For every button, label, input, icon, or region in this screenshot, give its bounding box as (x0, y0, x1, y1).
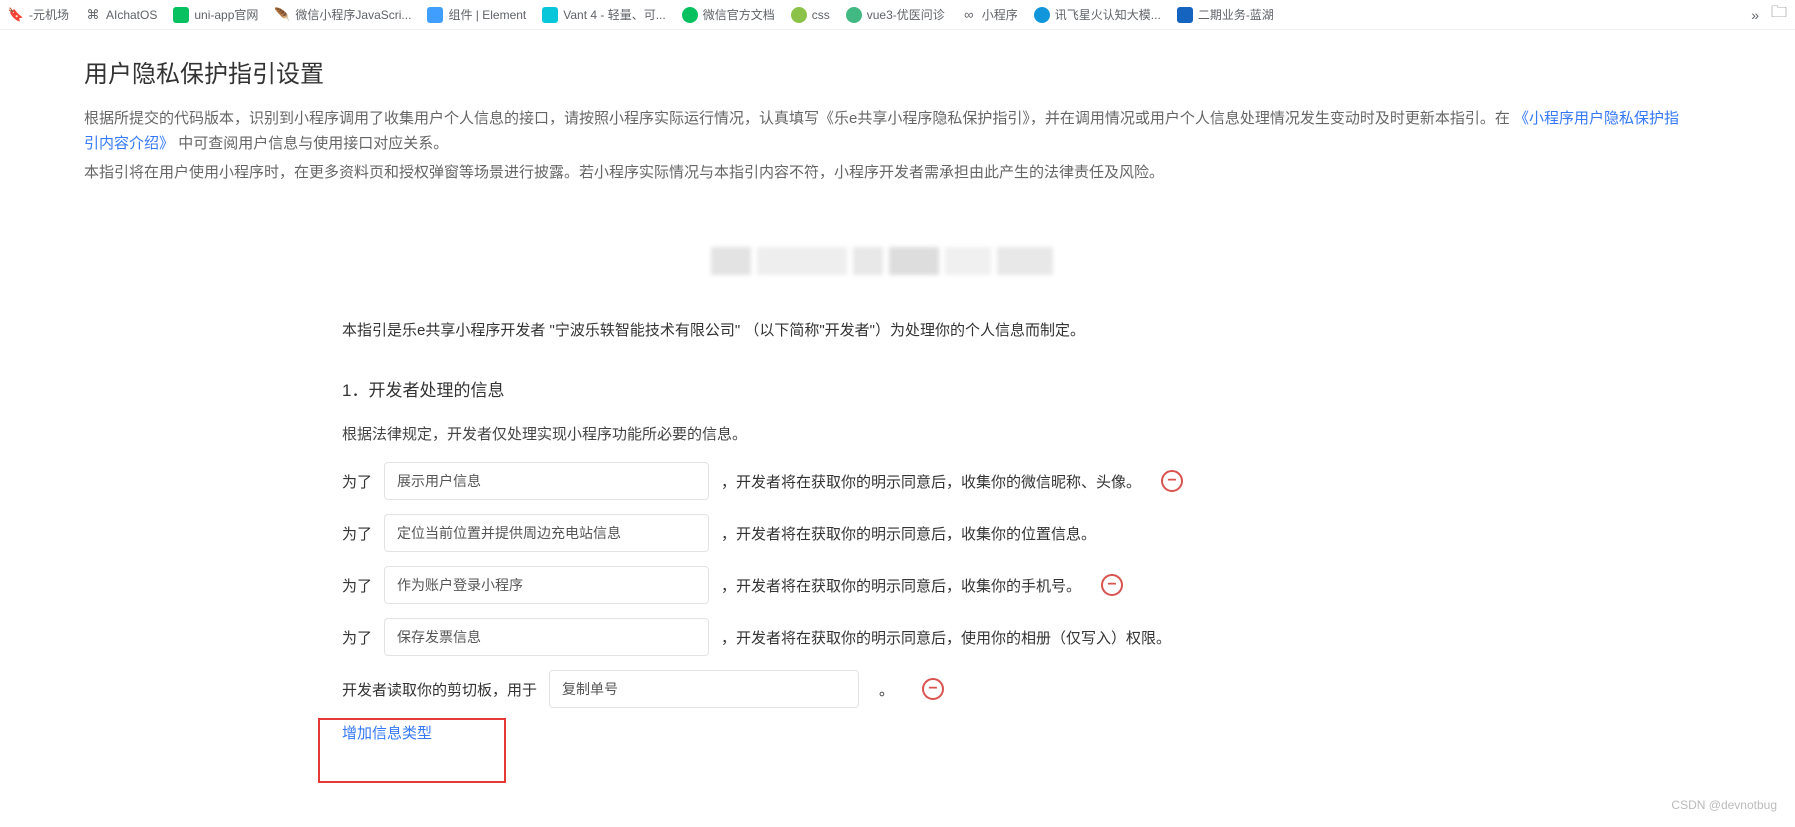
row-prefix: 为了 (342, 471, 372, 492)
row-suffix: ，开发者将在获取你的明示同意后，收集你的微信昵称、头像。 (721, 471, 1141, 492)
xunfei-icon (1034, 7, 1050, 23)
clipboard-period: 。 (879, 679, 894, 700)
row-suffix: ，开发者将在获取你的明示同意后，收集你的手机号。 (721, 575, 1081, 596)
row-prefix: 为了 (342, 523, 372, 544)
remove-row-button[interactable]: − (1101, 574, 1123, 596)
section-1-title: 1．开发者处理的信息 (342, 376, 1422, 401)
clipboard-row: 开发者读取你的剪切板，用于 。 − (342, 670, 1422, 708)
bookmark-item[interactable]: ∞ 小程序 (961, 6, 1018, 23)
form-lead: 本指引是乐e共享小程序开发者 "宁波乐轶智能技术有限公司" （以下简称"开发者"… (342, 319, 1422, 340)
bookmark-item[interactable]: 微信官方文档 (682, 6, 775, 23)
purpose-input[interactable] (384, 514, 709, 552)
page-container: 用户隐私保护指引设置 根据所提交的代码版本，识别到小程序调用了收集用户个人信息的… (0, 30, 1680, 827)
remove-row-button[interactable]: − (922, 678, 944, 700)
bookmark-label: 组件 | Element (448, 6, 526, 23)
overflow-chevron-icon[interactable]: » (1751, 7, 1759, 23)
bookmark-label: 二期业务-蓝湖 (1198, 6, 1274, 23)
page-title: 用户隐私保护指引设置 (84, 54, 1680, 89)
bookmark-item[interactable]: 讯飞星火认知大模... (1034, 6, 1161, 23)
add-info-type-link[interactable]: 增加信息类型 (342, 725, 432, 742)
intro-paragraph-1: 根据所提交的代码版本，识别到小程序调用了收集用户个人信息的接口，请按照小程序实际… (84, 107, 1680, 157)
bookmark-label: css (812, 8, 830, 22)
mini-icon: ∞ (961, 7, 977, 23)
bookmark-label: 小程序 (982, 6, 1018, 23)
vant-icon (542, 7, 558, 23)
form-card: 本指引是乐e共享小程序开发者 "宁波乐轶智能技术有限公司" （以下简称"开发者"… (84, 207, 1680, 827)
bookmark-item[interactable]: 🔖 -元机场 (8, 6, 69, 23)
remove-row-button[interactable]: − (1161, 470, 1183, 492)
clipboard-prefix: 开发者读取你的剪切板，用于 (342, 679, 537, 700)
bookmark-label: vue3-优医问诊 (867, 6, 945, 23)
purpose-input[interactable] (384, 566, 709, 604)
intro1-pre: 根据所提交的代码版本，识别到小程序调用了收集用户个人信息的接口，请按照小程序实际… (84, 110, 1510, 127)
row-prefix: 为了 (342, 575, 372, 596)
purpose-input[interactable] (384, 618, 709, 656)
lanhu-icon (1177, 7, 1193, 23)
wechat-icon (682, 7, 698, 23)
row-suffix: ，开发者将在获取你的明示同意后，使用你的相册（仅写入）权限。 (721, 627, 1171, 648)
clipboard-input[interactable] (549, 670, 859, 708)
element-icon (427, 7, 443, 23)
bookmark-item[interactable]: 🪶 微信小程序JavaScri... (274, 6, 411, 23)
purpose-row: 为了 ，开发者将在获取你的明示同意后，使用你的相册（仅写入）权限。 (342, 618, 1422, 656)
purpose-row: 为了 ，开发者将在获取你的明示同意后，收集你的手机号。 − (342, 566, 1422, 604)
bookmark-label: uni-app官网 (194, 6, 258, 23)
highlight-box: 增加信息类型 (318, 718, 506, 783)
uni-icon (173, 7, 189, 23)
ai-icon: ⌘ (85, 7, 101, 23)
vue-icon (846, 7, 862, 23)
bookmark-label: 讯飞星火认知大模... (1055, 6, 1161, 23)
bookmark-label: Vant 4 - 轻量、可... (563, 6, 665, 23)
purpose-row: 为了 ，开发者将在获取你的明示同意后，收集你的微信昵称、头像。 − (342, 462, 1422, 500)
bookmark-item[interactable]: uni-app官网 (173, 6, 258, 23)
bookmark-item[interactable]: Vant 4 - 轻量、可... (542, 6, 665, 23)
feather-icon: 🪶 (274, 7, 290, 23)
generic-icon: 🔖 (8, 7, 24, 23)
bookmark-label: -元机场 (29, 6, 69, 23)
watermark: CSDN @devnotbug (1671, 798, 1777, 812)
css-icon (791, 7, 807, 23)
row-prefix: 为了 (342, 627, 372, 648)
bookmarks-right: » 🗀 (1751, 1, 1787, 28)
section-1-sub: 根据法律规定，开发者仅处理实现小程序功能所必要的信息。 (342, 423, 1422, 444)
bookmark-label: AIchatOS (106, 8, 157, 22)
bookmarks-bar: 🔖 -元机场 ⌘ AIchatOS uni-app官网 🪶 微信小程序JavaS… (0, 0, 1795, 30)
bookmark-label: 微信小程序JavaScri... (295, 6, 411, 23)
intro-paragraph-2: 本指引将在用户使用小程序时，在更多资料页和授权弹窗等场景进行披露。若小程序实际情… (84, 161, 1680, 186)
all-bookmarks-folder-icon[interactable]: 🗀 (1771, 1, 1787, 28)
intro1-post: 中可查阅用户信息与使用接口对应关系。 (178, 135, 448, 152)
bookmark-item[interactable]: css (791, 7, 830, 23)
blurred-header (342, 247, 1422, 275)
row-suffix: ，开发者将在获取你的明示同意后，收集你的位置信息。 (721, 523, 1096, 544)
bookmark-item[interactable]: vue3-优医问诊 (846, 6, 945, 23)
bookmark-label: 微信官方文档 (703, 6, 775, 23)
bookmark-item[interactable]: 组件 | Element (427, 6, 526, 23)
purpose-input[interactable] (384, 462, 709, 500)
purpose-row: 为了 ，开发者将在获取你的明示同意后，收集你的位置信息。 (342, 514, 1422, 552)
bookmark-item[interactable]: 二期业务-蓝湖 (1177, 6, 1274, 23)
bookmark-item[interactable]: ⌘ AIchatOS (85, 7, 157, 23)
